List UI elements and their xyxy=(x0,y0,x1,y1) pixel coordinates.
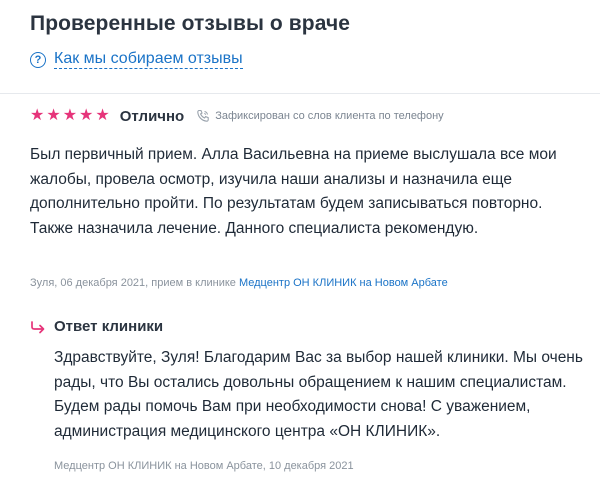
question-circle-icon: ? xyxy=(30,51,46,68)
review-meta: Зуля, 06 декабря 2021, прием в клинике М… xyxy=(30,277,448,289)
star-icon: ★ xyxy=(79,107,94,124)
how-we-collect-reviews-label[interactable]: Как мы собираем отзывы xyxy=(54,50,243,69)
star-icon: ★ xyxy=(95,107,110,124)
clinic-answer-meta: Медцентр ОН КЛИНИК на Новом Арбате, 10 д… xyxy=(54,460,354,472)
reply-arrow-icon xyxy=(31,320,45,333)
review-text: Был первичный прием. Алла Васильевна на … xyxy=(30,146,557,237)
star-icon: ★ xyxy=(62,107,78,124)
star-icon: ★ xyxy=(46,107,61,124)
clinic-answer-title: Ответ клиники xyxy=(54,318,164,335)
review-rating-row: ★ ★ ★ ★ ★ Отлично Зафиксирован со слов к… xyxy=(30,106,444,126)
page-title: Проверенные отзывы о враче xyxy=(30,12,351,35)
star-rating: ★ ★ ★ ★ ★ xyxy=(30,108,112,124)
phone-icon xyxy=(197,109,209,122)
how-we-collect-reviews-link[interactable]: ? Как мы собираем отзывы xyxy=(30,50,243,69)
recorded-note: Зафиксирован со слов клиента по телефону xyxy=(215,110,444,122)
rating-grade: Отлично xyxy=(119,107,185,125)
clinic-answer-text: Здравствуйте, Зуля! Благодарим Вас за вы… xyxy=(54,349,583,440)
clinic-answer-header: Ответ клиники xyxy=(30,318,163,335)
divider xyxy=(0,93,600,94)
review-meta-author-date: Зуля, 06 декабря 2021, прием в клинике xyxy=(30,277,236,289)
star-icon: ★ xyxy=(30,107,45,124)
clinic-link[interactable]: Медцентр ОН КЛИНИК на Новом Арбате xyxy=(239,277,448,289)
